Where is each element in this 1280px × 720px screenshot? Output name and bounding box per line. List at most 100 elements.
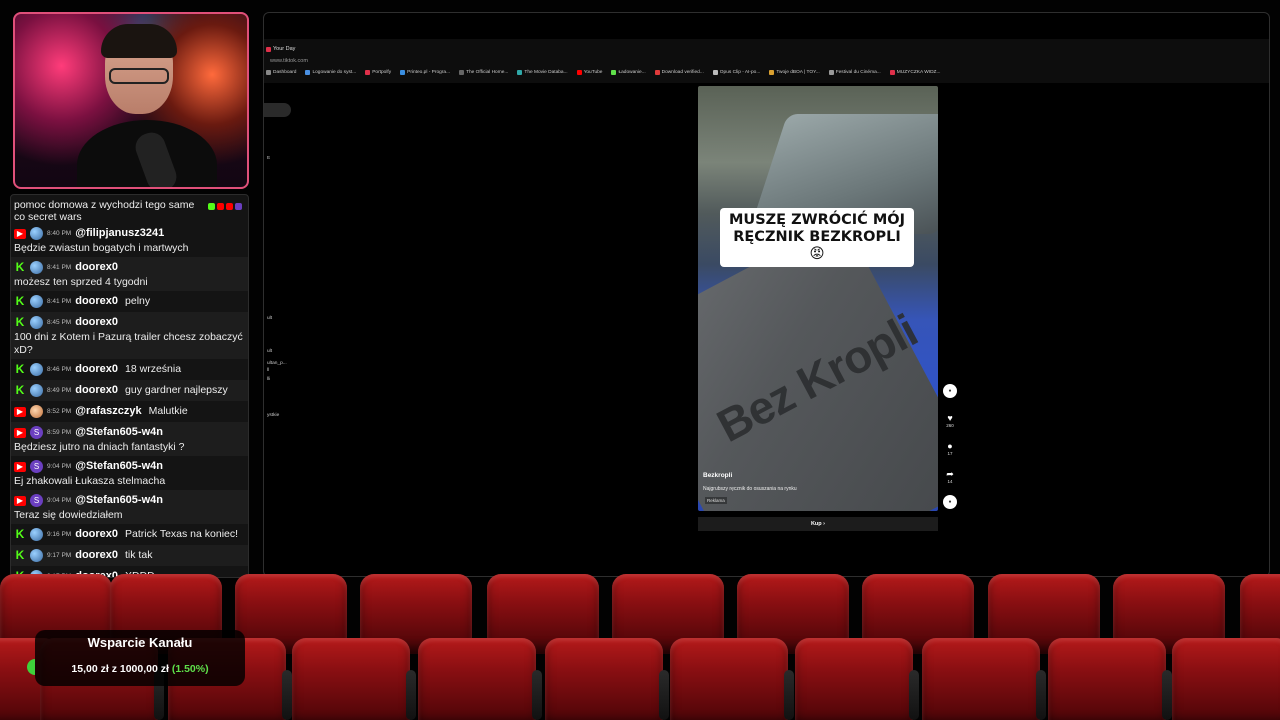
donation-title: Wsparcie Kanału [87, 635, 193, 650]
message-username[interactable]: doorex0 [75, 384, 118, 397]
message-username[interactable]: doorex0 [75, 295, 118, 308]
bookmark-label: Ładowanie... [618, 70, 646, 75]
bookmark-favicon-icon [400, 70, 406, 75]
donation-goal: Wsparcie Kanału 15,00 zł z 1000,00 zł (1… [27, 630, 245, 686]
bookmark-favicon-icon [769, 70, 775, 75]
message-time: 8:41 PM [47, 298, 72, 305]
message-text: Będzie zwiastun bogatych i martwych [14, 242, 189, 254]
bookmark-label: Logowanie do syst... [312, 70, 357, 75]
message-time: 8:59 PM [47, 429, 72, 436]
ad-label: Reklama [705, 497, 727, 504]
kick-icon: K [15, 315, 25, 329]
message-time: 9:04 PM [47, 463, 72, 470]
like-button[interactable]: ♥ 260 [942, 413, 958, 428]
sidebar-fragment: ult [267, 316, 273, 321]
stream-overlay: pomoc domowa z wychodzi tego same co sec… [0, 0, 1280, 720]
message-time: 8:46 PM [47, 366, 72, 373]
chat-panel[interactable]: pomoc domowa z wychodzi tego same co sec… [10, 194, 249, 578]
message-username[interactable]: doorex0 [75, 316, 118, 329]
sidebar-fragment: ll [267, 368, 270, 373]
bookmark-favicon-icon [712, 70, 718, 75]
sidebar-search-pill[interactable] [264, 103, 291, 117]
bookmark-label: Printeo.pl - Progra... [407, 70, 451, 75]
avatar: S [30, 426, 43, 439]
chat-message: ▶ S 9:04 PM @Stefan605-w4n Ej zhakowali Łuka… [11, 456, 248, 490]
bookmark-item[interactable]: Download verified... [654, 70, 704, 75]
browser-toolbar: Your Day www.tiktok.com Dashboard Logowan… [264, 39, 1269, 83]
chat-cut-message: co secret wars [14, 211, 82, 223]
avatar [30, 316, 43, 329]
youtube-icon: ▶ [14, 461, 26, 472]
comment-button[interactable]: ● 17 [942, 441, 958, 456]
profile-avatar[interactable]: ● [942, 384, 958, 398]
youtube-icon: ▶ [14, 495, 26, 506]
chat-message: ▶ 8:40 PM @filipjanusz3241 Będzie zwiastun … [11, 223, 248, 257]
streamer [77, 24, 217, 187]
bookmark-item[interactable]: YouTube [576, 70, 603, 75]
message-username[interactable]: @Stefan605-w4n [75, 426, 163, 439]
cinema-seat [670, 638, 788, 720]
browser-capture: Your Day www.tiktok.com Dashboard Logowan… [263, 12, 1270, 577]
bookmarks-bar: Dashboard Logowanie do syst... Portpolfy Pr… [266, 70, 940, 75]
message-time: 9:16 PM [47, 531, 72, 538]
bookmark-item[interactable]: The Movie Databa... [517, 70, 568, 75]
chat-message: K 8:41 PM doorex0 możesz ten sprzed 4 tygod… [11, 257, 248, 291]
seat-armrest [282, 670, 292, 720]
bookmark-item[interactable]: Twoje dBOA | TOY... [769, 70, 820, 75]
chat-message: K 8:49 PM doorex0 guy gardner najlepszy [11, 380, 248, 401]
message-username[interactable]: @filipjanusz3241 [75, 227, 164, 240]
bookmark-favicon-icon [459, 70, 465, 75]
sound-disc[interactable]: ● [942, 495, 958, 509]
tiktok-video[interactable]: Bez Kropli MUSZĘ ZWRÓCIĆ MÓJ RĘCZNIK BEZ… [698, 86, 938, 511]
cinema-seat [922, 638, 1040, 720]
bookmark-label: MUZYCZKA WIDZ... [896, 70, 941, 75]
message-text: tik tak [125, 549, 153, 561]
bookmark-item[interactable]: Ładowanie... [611, 70, 646, 75]
seat-armrest [659, 670, 669, 720]
message-username[interactable]: doorex0 [75, 363, 118, 376]
share-icon: ➦ [946, 469, 954, 479]
message-time: 8:52 PM [47, 408, 72, 415]
bookmark-favicon-icon [611, 70, 617, 75]
bookmark-favicon-icon [266, 70, 271, 75]
bookmark-item[interactable]: Portpolfy [365, 70, 391, 75]
cinema-seat [292, 638, 410, 720]
kick-icon: K [15, 362, 25, 376]
kick-icon: K [15, 383, 25, 397]
browser-tab[interactable]: Your Day [266, 44, 295, 54]
buy-button[interactable]: Kup › [698, 517, 938, 531]
youtube-icon: ▶ [14, 406, 26, 417]
bookmark-item[interactable]: Printeo.pl - Progra... [400, 70, 450, 75]
video-author[interactable]: Bezkropli [703, 472, 732, 479]
message-username[interactable]: doorex0 [75, 261, 118, 274]
message-username[interactable]: @Stefan605-w4n [75, 460, 163, 473]
bookmark-favicon-icon [654, 70, 660, 75]
bookmark-favicon-icon [889, 70, 895, 75]
message-username[interactable]: doorex0 [75, 528, 118, 541]
chat-message: ▶ S 8:59 PM @Stefan605-w4n Będziesz jutro na… [11, 422, 248, 456]
share-button[interactable]: ➦ 14 [942, 469, 958, 484]
bookmark-label: YouTube [583, 70, 603, 75]
sidebar-fragment: ult [267, 349, 273, 354]
bookmark-item[interactable]: MUZYCZKA WIDZ... [889, 70, 941, 75]
bookmark-item[interactable]: Dashboard [266, 70, 296, 75]
bookmark-label: Festival du Cinéma... [835, 70, 881, 75]
bookmark-item[interactable]: The Official Home... [459, 70, 508, 75]
message-username[interactable]: doorex0 [75, 549, 118, 562]
bookmark-item[interactable]: Festival du Cinéma... [828, 70, 881, 75]
seat-armrest [1162, 670, 1172, 720]
bookmark-item[interactable]: Logowanie do syst... [305, 70, 356, 75]
cinema-seat [1172, 638, 1280, 720]
avatar [30, 384, 43, 397]
bookmark-label: Download verified... [661, 70, 704, 75]
address-bar[interactable]: www.tiktok.com [270, 58, 308, 64]
seat-armrest [406, 670, 416, 720]
message-text: guy gardner najlepszy [125, 384, 228, 396]
bookmark-item[interactable]: Opus Clip - AI-po... [712, 70, 760, 75]
message-username[interactable]: @rafaszczyk [75, 405, 141, 418]
bookmark-favicon-icon [576, 70, 582, 75]
kick-icon: K [15, 548, 25, 562]
message-text: możesz ten sprzed 4 tygodni [14, 276, 148, 288]
message-username[interactable]: @Stefan605-w4n [75, 494, 163, 507]
message-text: Patrick Texas na koniec! [125, 528, 239, 540]
